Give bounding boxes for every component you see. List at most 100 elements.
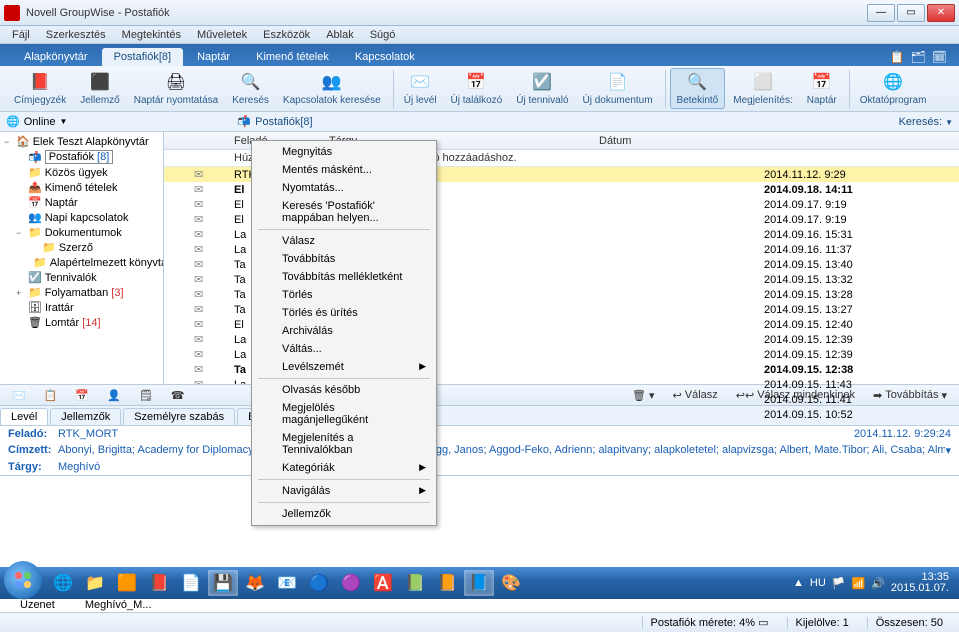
close-button[interactable]: ✕: [927, 4, 955, 22]
taskbar-pdf-icon[interactable]: 📕: [144, 570, 174, 596]
tab-postafiók[8][interactable]: Postafiók[8]: [102, 48, 183, 66]
toolbar--j-tennival-[interactable]: ☑️Új tennivaló: [510, 69, 574, 108]
ctx-keres-s-postafi-k-mapp-ban-helyen-[interactable]: Keresés 'Postafiók' mappában helyen...: [254, 197, 434, 227]
tab-alapkönyvtár[interactable]: Alapkönyvtár: [12, 48, 100, 66]
ctx-archiv-l-s[interactable]: Archiválás: [254, 322, 434, 340]
maximize-button[interactable]: ▭: [897, 4, 925, 22]
tray-network-icon[interactable]: 📶: [851, 577, 865, 590]
prev-icon5[interactable]: 🗒: [133, 387, 159, 404]
taskbar-onenote-icon[interactable]: 🟣: [336, 570, 366, 596]
ctx-tov-bb-t-s[interactable]: Továbbítás: [254, 250, 434, 268]
toolbar--j-tal-lkoz-[interactable]: 📅Új találkozó: [445, 69, 509, 108]
header-icon[interactable]: 🗓: [932, 50, 947, 64]
ctx-megnyit-s[interactable]: Megnyitás: [254, 143, 434, 161]
forward-button[interactable]: ➡ Továbbítás ▾: [867, 387, 953, 404]
tree-elek-teszt-alapk-nyvt-r[interactable]: −🏠Elek Teszt Alapkönyvtár: [0, 134, 163, 149]
tree-kimen-t-telek[interactable]: 📤Kimenő tételek: [0, 180, 163, 195]
taskbar-reader-icon[interactable]: 📄: [176, 570, 206, 596]
tray-clock[interactable]: 13:35 2015.01.07.: [891, 572, 949, 594]
prev-icon6[interactable]: ☎: [165, 387, 191, 404]
tree-napi-kapcsolatok[interactable]: 👥Napi kapcsolatok: [0, 210, 163, 225]
ctx-t-rl-s[interactable]: Törlés: [254, 286, 434, 304]
col-date[interactable]: Dátum: [599, 135, 759, 147]
delete-button[interactable]: 🗑 ▾: [626, 387, 661, 404]
menu-szerkesztés[interactable]: Szerkesztés: [38, 29, 114, 41]
ctx-ment-s-m-sk-nt-[interactable]: Mentés másként...: [254, 161, 434, 179]
taskbar-explorer-icon[interactable]: 📁: [80, 570, 110, 596]
toolbar-megjelen-t-s-[interactable]: ⬜Megjelenítés:: [727, 69, 798, 108]
ctx-t-rl-s-s-r-t-s[interactable]: Törlés és ürítés: [254, 304, 434, 322]
ctx-v-lasz[interactable]: Válasz: [254, 232, 434, 250]
toolbar-napt-r[interactable]: 📅Naptár: [801, 69, 843, 108]
taskbar-firefox-icon[interactable]: 🦊: [240, 570, 270, 596]
tray-lang[interactable]: HU: [810, 577, 826, 589]
toolbar-kapcsolatok-keres-se[interactable]: 👥Kapcsolatok keresése: [277, 69, 387, 108]
ctx-v-lt-s-[interactable]: Váltás...: [254, 340, 434, 358]
taskbar-save-icon[interactable]: 💾: [208, 570, 238, 596]
taskbar-word-icon[interactable]: 📘: [464, 570, 494, 596]
tree-iratt-r[interactable]: 🗄Irattár: [0, 300, 163, 315]
menu-ablak[interactable]: Ablak: [318, 29, 362, 41]
tab-kimenő tételek[interactable]: Kimenő tételek: [244, 48, 341, 66]
menu-eszközök[interactable]: Eszközök: [255, 29, 318, 41]
taskbar-chrome-icon[interactable]: 🔵: [304, 570, 334, 596]
ctx-kateg-ri-k[interactable]: Kategóriák▶: [254, 459, 434, 477]
prev-icon[interactable]: ✉️: [6, 387, 32, 404]
ctx-navig-l-s[interactable]: Navigálás▶: [254, 482, 434, 500]
toolbar--j-dokumentum[interactable]: 📄Új dokumentum: [577, 69, 659, 108]
preview-tab-személyre szabás[interactable]: Személyre szabás: [123, 408, 235, 425]
reply-button[interactable]: ↩ Válasz: [667, 387, 724, 404]
taskbar-outlook-icon[interactable]: 📧: [272, 570, 302, 596]
chevron-down-icon[interactable]: ▾: [945, 444, 951, 457]
taskbar-ie-icon[interactable]: 🌐: [48, 570, 78, 596]
chevron-down-icon[interactable]: ▼: [945, 118, 953, 127]
toolbar-oktat-program[interactable]: 🌐Oktatóprogram: [854, 69, 933, 108]
tree-tennival-k[interactable]: ☑️Tennivalók: [0, 270, 163, 285]
tree-k-z-s-gyek[interactable]: 📁Közös ügyek: [0, 165, 163, 180]
minimize-button[interactable]: —: [867, 4, 895, 22]
tray-up-icon[interactable]: ▲: [793, 577, 804, 589]
menu-műveletek[interactable]: Műveletek: [189, 29, 255, 41]
chevron-down-icon[interactable]: ▼: [60, 117, 68, 126]
taskbar-ppt-icon[interactable]: 📙: [432, 570, 462, 596]
tab-naptár[interactable]: Naptár: [185, 48, 242, 66]
ctx-olvas-s-k-s-bb[interactable]: Olvasás később: [254, 381, 434, 399]
ctx-lev-lszem-t[interactable]: Levélszemét▶: [254, 358, 434, 376]
header-icon[interactable]: 📋: [890, 50, 905, 64]
toolbar-napt-r-nyomtat-sa[interactable]: 🖨Naptár nyomtatása: [128, 69, 225, 108]
ctx-tov-bb-t-s-mell-kletk-nt[interactable]: Továbbítás mellékletként: [254, 268, 434, 286]
tree-szerz-[interactable]: 📁Szerző: [0, 240, 163, 255]
tree-napt-r[interactable]: 📅Naptár: [0, 195, 163, 210]
menu-fájl[interactable]: Fájl: [4, 29, 38, 41]
menu-megtekintés[interactable]: Megtekintés: [114, 29, 189, 41]
prev-icon3[interactable]: 📅: [69, 387, 95, 404]
tree-folyamatban[interactable]: +📁Folyamatban [3]: [0, 285, 163, 300]
header-icon[interactable]: 🗂: [911, 50, 926, 64]
prev-icon2[interactable]: 📋: [38, 387, 64, 404]
toolbar--j-lev-l[interactable]: ✉️Új levél: [398, 69, 443, 108]
tree-postafi-k[interactable]: 📬Postafiók [8]: [0, 149, 163, 165]
ctx-megjel-l-s-mag-njelleg-k-nt[interactable]: Megjelölés magánjellegűként: [254, 399, 434, 429]
breadcrumb[interactable]: 📬 Postafiók[8]: [237, 115, 312, 128]
taskbar-access-icon[interactable]: 🅰️: [368, 570, 398, 596]
tree-dokumentumok[interactable]: −📁Dokumentumok: [0, 225, 163, 240]
prev-icon4[interactable]: 👤: [101, 387, 127, 404]
ctx-nyomtat-s-[interactable]: Nyomtatás...: [254, 179, 434, 197]
start-button[interactable]: [4, 561, 42, 599]
toolbar-jellemz-[interactable]: ⬛Jellemző: [74, 69, 125, 108]
online-label[interactable]: Online: [24, 116, 56, 128]
taskbar-excel-icon[interactable]: 📗: [400, 570, 430, 596]
taskbar-paint-icon[interactable]: 🎨: [496, 570, 526, 596]
taskbar-app-icon[interactable]: 🟧: [112, 570, 142, 596]
tree-alap-rtelmezett-k-nyvt-r[interactable]: 📁Alapértelmezett könyvtár: [0, 255, 163, 270]
search-box[interactable]: Keresés: ▼: [899, 116, 953, 128]
ctx-megjelen-t-s-a-tennival-kban[interactable]: Megjelenítés a Tennivalókban: [254, 429, 434, 459]
tree-lomt-r[interactable]: 🗑Lomtár [14]: [0, 315, 163, 330]
preview-tab-jellemzők[interactable]: Jellemzők: [50, 408, 121, 425]
tab-kapcsolatok[interactable]: Kapcsolatok: [343, 48, 427, 66]
ctx-jellemz-k[interactable]: Jellemzők: [254, 505, 434, 523]
menu-súgó[interactable]: Súgó: [362, 29, 404, 41]
preview-tab-levél[interactable]: Levél: [0, 408, 48, 425]
toolbar-betekint-[interactable]: 🔍Betekintő: [670, 68, 726, 109]
toolbar-c-mjegyz-k[interactable]: 📕Címjegyzék: [8, 69, 72, 108]
